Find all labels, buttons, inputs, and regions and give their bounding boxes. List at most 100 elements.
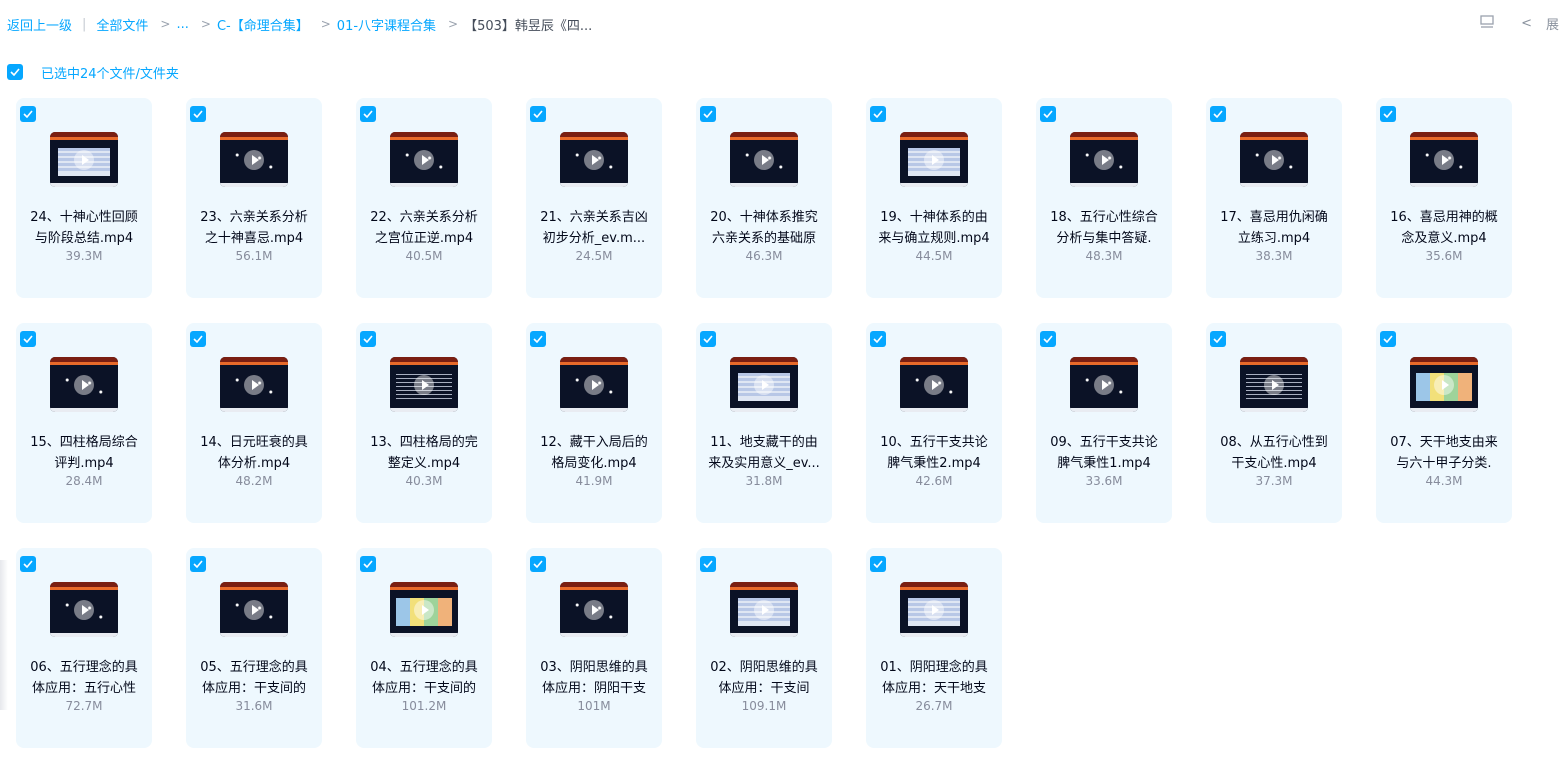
file-card[interactable]: 19、十神体系的由来与确立规则.mp4 44.5M <box>866 98 1002 298</box>
file-checkbox[interactable] <box>360 331 376 347</box>
file-name[interactable]: 24、十神心性回顾与阶段总结.mp4 <box>24 207 144 249</box>
file-card[interactable]: 15、四柱格局综合评判.mp4 28.4M <box>16 323 152 523</box>
breadcrumb-level1[interactable]: C-【命理合集】 <box>217 15 309 34</box>
file-card[interactable]: 18、五行心性综合分析与集中答疑. 48.3M <box>1036 98 1172 298</box>
file-name[interactable]: 18、五行心性综合分析与集中答疑. <box>1044 207 1164 249</box>
file-checkbox[interactable] <box>1210 331 1226 347</box>
file-checkbox[interactable] <box>360 106 376 122</box>
file-checkbox[interactable] <box>870 331 886 347</box>
file-name[interactable]: 09、五行干支共论脾气秉性1.mp4 <box>1044 432 1164 474</box>
file-card[interactable]: 08、从五行心性到干支心性.mp4 37.3M <box>1206 323 1342 523</box>
file-checkbox[interactable] <box>1210 106 1226 122</box>
file-size: 109.1M <box>741 699 787 713</box>
file-checkbox[interactable] <box>700 106 716 122</box>
file-card[interactable]: 16、喜忌用神的概念及意义.mp4 35.6M <box>1376 98 1512 298</box>
file-name[interactable]: 04、五行理念的具体应用：干支间的 <box>364 657 484 699</box>
file-name[interactable]: 14、日元旺衰的具体分析.mp4 <box>194 432 314 474</box>
file-checkbox[interactable] <box>700 556 716 572</box>
file-card[interactable]: 11、地支藏干的由来及实用意义_ev... 31.8M <box>696 323 832 523</box>
file-card[interactable]: 23、六亲关系分析之十神喜忌.mp4 56.1M <box>186 98 322 298</box>
file-checkbox[interactable] <box>530 556 546 572</box>
file-checkbox[interactable] <box>1380 106 1396 122</box>
file-checkbox[interactable] <box>20 556 36 572</box>
file-size: 72.7M <box>65 699 103 713</box>
file-card[interactable]: 01、阴阳理念的具体应用：天干地支 26.7M <box>866 548 1002 748</box>
file-checkbox[interactable] <box>700 331 716 347</box>
breadcrumb-ellipsis[interactable]: ... <box>176 17 188 32</box>
file-card[interactable]: 05、五行理念的具体应用：干支间的 31.6M <box>186 548 322 748</box>
file-checkbox[interactable] <box>360 556 376 572</box>
selection-bar: 已选中24个文件/文件夹 <box>7 62 179 82</box>
breadcrumb-all-files[interactable]: 全部文件 <box>96 15 148 34</box>
file-card[interactable]: 17、喜忌用仇闲确立练习.mp4 38.3M <box>1206 98 1342 298</box>
list-view-icon[interactable] <box>1479 14 1495 33</box>
file-card[interactable]: 13、四柱格局的完整定义.mp4 40.3M <box>356 323 492 523</box>
file-checkbox[interactable] <box>20 106 36 122</box>
file-name[interactable]: 22、六亲关系分析之宫位正逆.mp4 <box>364 207 484 249</box>
file-name[interactable]: 08、从五行心性到干支心性.mp4 <box>1214 432 1334 474</box>
file-checkbox[interactable] <box>1040 331 1056 347</box>
file-checkbox[interactable] <box>530 331 546 347</box>
file-size: 46.3M <box>745 249 783 263</box>
file-card[interactable]: 14、日元旺衰的具体分析.mp4 48.2M <box>186 323 322 523</box>
file-name[interactable]: 19、十神体系的由来与确立规则.mp4 <box>874 207 994 249</box>
file-card[interactable]: 24、十神心性回顾与阶段总结.mp4 39.3M <box>16 98 152 298</box>
file-card[interactable]: 12、藏干入局后的格局变化.mp4 41.9M <box>526 323 662 523</box>
play-icon <box>414 375 434 395</box>
play-icon <box>754 150 774 170</box>
file-size: 38.3M <box>1255 249 1293 263</box>
file-checkbox[interactable] <box>20 331 36 347</box>
file-card[interactable]: 06、五行理念的具体应用：五行心性 72.7M <box>16 548 152 748</box>
video-thumbnail <box>220 357 288 412</box>
file-card[interactable]: 21、六亲关系吉凶初步分析_ev.m... 24.5M <box>526 98 662 298</box>
play-icon <box>924 375 944 395</box>
play-icon <box>244 600 264 620</box>
play-icon <box>924 150 944 170</box>
file-card[interactable]: 07、天干地支由来与六十甲子分类. 44.3M <box>1376 323 1512 523</box>
file-checkbox[interactable] <box>190 106 206 122</box>
file-name[interactable]: 02、阴阳思维的具体应用：干支间 <box>704 657 824 699</box>
file-name[interactable]: 15、四柱格局综合评判.mp4 <box>24 432 144 474</box>
file-checkbox[interactable] <box>190 556 206 572</box>
file-card[interactable]: 09、五行干支共论脾气秉性1.mp4 33.6M <box>1036 323 1172 523</box>
expand-label[interactable]: 展 <box>1546 14 1559 33</box>
file-card[interactable]: 03、阴阳思维的具体应用：阴阳干支 101M <box>526 548 662 748</box>
file-checkbox[interactable] <box>190 331 206 347</box>
left-shadow <box>0 560 8 710</box>
file-name[interactable]: 03、阴阳思维的具体应用：阴阳干支 <box>534 657 654 699</box>
file-card[interactable]: 04、五行理念的具体应用：干支间的 101.2M <box>356 548 492 748</box>
play-icon <box>924 600 944 620</box>
file-name[interactable]: 16、喜忌用神的概念及意义.mp4 <box>1384 207 1504 249</box>
video-thumbnail <box>220 582 288 637</box>
select-all-checkbox[interactable] <box>7 64 23 80</box>
file-card[interactable]: 10、五行干支共论脾气秉性2.mp4 42.6M <box>866 323 1002 523</box>
file-name[interactable]: 21、六亲关系吉凶初步分析_ev.m... <box>534 207 654 249</box>
file-name[interactable]: 12、藏干入局后的格局变化.mp4 <box>534 432 654 474</box>
file-name[interactable]: 17、喜忌用仇闲确立练习.mp4 <box>1214 207 1334 249</box>
file-name[interactable]: 11、地支藏干的由来及实用意义_ev... <box>704 432 824 474</box>
file-card[interactable]: 02、阴阳思维的具体应用：干支间 109.1M <box>696 548 832 748</box>
file-card[interactable]: 20、十神体系推究六亲关系的基础原 46.3M <box>696 98 832 298</box>
file-name[interactable]: 10、五行干支共论脾气秉性2.mp4 <box>874 432 994 474</box>
file-name[interactable]: 07、天干地支由来与六十甲子分类. <box>1384 432 1504 474</box>
file-checkbox[interactable] <box>1040 106 1056 122</box>
file-name[interactable]: 13、四柱格局的完整定义.mp4 <box>364 432 484 474</box>
play-icon <box>1434 375 1454 395</box>
breadcrumb: 返回上一级 | 全部文件 > ... > C-【命理合集】 > 01-八字课程合… <box>0 0 1559 48</box>
breadcrumb-level2[interactable]: 01-八字课程合集 <box>337 15 436 34</box>
file-checkbox[interactable] <box>870 556 886 572</box>
file-checkbox[interactable] <box>1380 331 1396 347</box>
file-name[interactable]: 05、五行理念的具体应用：干支间的 <box>194 657 314 699</box>
chevron-left-icon[interactable]: < <box>1521 16 1532 31</box>
play-icon <box>74 375 94 395</box>
file-checkbox[interactable] <box>870 106 886 122</box>
file-name[interactable]: 20、十神体系推究六亲关系的基础原 <box>704 207 824 249</box>
chevron-right-icon: > <box>200 17 211 31</box>
file-checkbox[interactable] <box>530 106 546 122</box>
file-name[interactable]: 01、阴阳理念的具体应用：天干地支 <box>874 657 994 699</box>
file-name[interactable]: 06、五行理念的具体应用：五行心性 <box>24 657 144 699</box>
file-card[interactable]: 22、六亲关系分析之宫位正逆.mp4 40.5M <box>356 98 492 298</box>
video-thumbnail <box>1240 132 1308 187</box>
file-name[interactable]: 23、六亲关系分析之十神喜忌.mp4 <box>194 207 314 249</box>
back-link[interactable]: 返回上一级 <box>7 15 72 34</box>
